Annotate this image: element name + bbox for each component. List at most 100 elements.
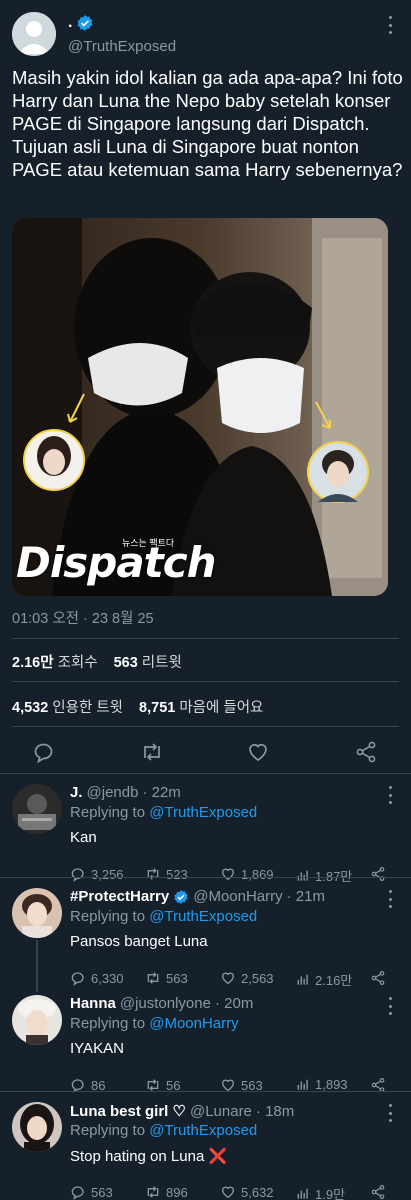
retweets-label[interactable]: 리트윗 [142, 651, 182, 672]
reply-views[interactable]: 1.9만 [296, 1184, 345, 1200]
reply-actions: 563 896 5,632 1.9만 [70, 1184, 390, 1200]
views-icon [297, 1188, 308, 1199]
reply-retweet-button[interactable]: 563 [145, 970, 188, 986]
retweet-count: 896 [166, 1184, 188, 1200]
replying-to-handle[interactable]: @TruthExposed [149, 804, 257, 821]
share-icon[interactable] [354, 740, 378, 764]
divider [0, 773, 411, 774]
reply-time[interactable]: · 22m [142, 784, 180, 801]
author-name[interactable]: . [68, 14, 94, 32]
views-count: 2.16만 [315, 973, 353, 988]
reply-author-name[interactable]: #ProtectHarry [70, 888, 169, 905]
reply-item[interactable]: Hanna @justonlyone · 20m Replying to @Mo… [0, 995, 411, 1093]
more-options-icon[interactable] [383, 890, 397, 908]
reply-text: Pansos banget Luna [70, 933, 208, 950]
reply-share-icon[interactable] [370, 970, 386, 986]
retweets-count[interactable]: 563 [114, 655, 138, 671]
more-options-icon[interactable] [383, 1104, 397, 1122]
reply-item[interactable]: J. @jendb · 22m Replying to @TruthExpose… [0, 784, 411, 884]
retweet-icon[interactable] [140, 740, 164, 764]
more-options-icon[interactable] [383, 786, 397, 804]
quotes-count[interactable]: 4,532 [12, 700, 48, 716]
reply-comment-button[interactable]: 3,256 [70, 866, 124, 882]
replying-to-handle[interactable]: @TruthExposed [149, 908, 257, 925]
reply-item[interactable]: #ProtectHarry @MoonHarry · 21m Replying … [0, 888, 411, 988]
reply-author-handle[interactable]: @MoonHarry [193, 888, 282, 905]
likes-label[interactable]: 마음에 들어요 [179, 696, 263, 717]
comment-count: 6,330 [91, 970, 124, 986]
replying-to-handle[interactable]: @MoonHarry [149, 1015, 238, 1032]
views-count: 1.9만 [315, 1187, 346, 1200]
like-count: 5,632 [241, 1184, 274, 1200]
reply-icon[interactable] [32, 740, 56, 764]
tweet-photo[interactable]: Dispatch 뉴스는 팩트다 [12, 218, 388, 596]
like-icon [221, 972, 235, 985]
replying-to-label: Replying to [70, 1122, 146, 1139]
reply-like-button[interactable]: 1,869 [220, 866, 274, 882]
comment-count: 563 [91, 1184, 113, 1200]
quotes-likes-row: 4,532 인용한 트윗 8,751 마음에 들어요 [12, 696, 275, 717]
verified-badge-icon [76, 14, 94, 32]
reply-avatar[interactable] [12, 888, 62, 938]
views-count: 2.16만 [12, 655, 54, 671]
quotes-label[interactable]: 인용한 트윗 [52, 696, 123, 717]
author-avatar[interactable] [12, 12, 56, 56]
reply-retweet-button[interactable]: 523 [145, 866, 188, 882]
views-count: 1,893 [315, 1077, 348, 1092]
reply-author-name[interactable]: J. [70, 784, 83, 801]
reply-author-handle[interactable]: @jendb [87, 784, 139, 801]
views-icon [297, 1079, 308, 1090]
reply-like-button[interactable]: 5,632 [220, 1184, 274, 1200]
replying-to-handle[interactable]: @TruthExposed [149, 1122, 257, 1139]
reply-share-icon[interactable] [370, 866, 386, 882]
divider [0, 1091, 411, 1092]
reply-author-name[interactable]: Luna best girl ♡ [70, 1102, 186, 1120]
more-options-icon[interactable] [383, 997, 397, 1015]
reply-share-icon[interactable] [370, 1184, 386, 1200]
reply-author-name[interactable]: Hanna [70, 995, 116, 1012]
views-icon [297, 870, 308, 881]
like-icon [221, 868, 235, 881]
reply-author-handle[interactable]: @Lunare [190, 1103, 252, 1120]
verified-badge-icon [173, 889, 189, 905]
reply-comment-button[interactable]: 6,330 [70, 970, 124, 986]
retweet-count: 523 [166, 866, 188, 882]
like-icon [221, 1186, 235, 1199]
author-handle[interactable]: @TruthExposed [68, 38, 176, 55]
tweet-text: Masih yakin idol kalian ga ada apa-apa? … [12, 67, 403, 180]
reply-avatar[interactable] [12, 1102, 62, 1152]
comment-icon [71, 972, 84, 986]
reply-avatar[interactable] [12, 995, 62, 1045]
divider [12, 638, 399, 639]
reply-author-handle[interactable]: @justonlyone [120, 995, 211, 1012]
reply-time[interactable]: · 21m [287, 888, 325, 905]
reply-actions: 3,256 523 1,869 1.87만 [70, 866, 390, 884]
reply-item[interactable]: Luna best girl ♡ @Lunare · 18m Replying … [0, 1102, 411, 1200]
views-icon [297, 974, 308, 985]
comment-count: 3,256 [91, 866, 124, 882]
reply-views[interactable]: 2.16만 [296, 970, 352, 989]
views-count: 1.87만 [315, 869, 353, 884]
reply-time[interactable]: · 20m [215, 995, 253, 1012]
divider [12, 681, 399, 682]
reply-time[interactable]: · 18m [256, 1103, 294, 1120]
cross-mark-emoji: ❌ [208, 1148, 228, 1165]
reply-retweet-button[interactable]: 896 [145, 1184, 188, 1200]
reply-views[interactable]: 1,893 [296, 1077, 348, 1092]
reply-actions: 6,330 563 2,563 2.16만 [70, 970, 390, 988]
like-icon[interactable] [246, 740, 270, 764]
reply-text: Kan [70, 829, 97, 846]
comment-icon [71, 1186, 84, 1200]
tweet-actions [0, 736, 411, 768]
author-display-name: . [68, 14, 73, 31]
reply-text: Stop hating on Luna [70, 1148, 205, 1165]
reply-views[interactable]: 1.87만 [296, 866, 352, 885]
reply-comment-button[interactable]: 563 [70, 1184, 113, 1200]
views-retweets-row: 2.16만 조회수 563 리트윗 [12, 651, 194, 672]
reply-like-button[interactable]: 2,563 [220, 970, 274, 986]
reply-avatar[interactable] [12, 784, 62, 834]
reply-actions: 86 56 563 1,893 [70, 1077, 390, 1095]
tweet-timestamp[interactable]: 01:03 오전 · 23 8월 25 [12, 607, 154, 628]
more-options-icon[interactable] [383, 16, 397, 34]
likes-count[interactable]: 8,751 [139, 700, 175, 716]
